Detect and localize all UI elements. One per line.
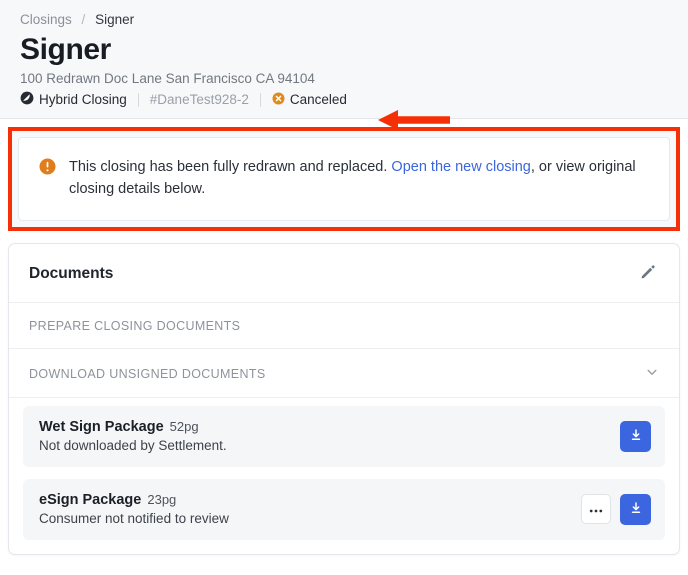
chevron-down-icon: [645, 365, 659, 382]
breadcrumb-item-closings[interactable]: Closings: [20, 12, 72, 27]
documents-card: Documents PREPARE CLOSING DOCUMENTS DOWN…: [8, 243, 680, 556]
pencil-icon: [639, 263, 657, 284]
closing-type: Hybrid Closing: [20, 91, 127, 108]
warning-circle-icon: [39, 158, 56, 180]
breadcrumb-separator: /: [81, 12, 86, 27]
property-address: 100 Redrawn Doc Lane San Francisco CA 94…: [20, 71, 315, 87]
document-info: eSign Package 23pg Consumer not notified…: [39, 492, 229, 526]
download-icon: [628, 500, 644, 519]
document-actions: [620, 420, 651, 452]
cancel-circle-icon: [272, 92, 285, 108]
document-actions: [581, 493, 651, 525]
section-label: DOWNLOAD UNSIGNED DOCUMENTS: [29, 366, 266, 381]
status-badge: Canceled: [272, 92, 347, 108]
breadcrumb-item-signer: Signer: [95, 12, 135, 27]
document-status: Not downloaded by Settlement.: [39, 438, 227, 454]
closing-reference-id: #DaneTest928-2: [150, 92, 249, 107]
document-title-line: Wet Sign Package 52pg: [39, 419, 227, 435]
closing-reference-id-label: #DaneTest928-2: [149, 92, 249, 108]
document-info: Wet Sign Package 52pg Not downloaded by …: [39, 419, 227, 453]
documents-card-header: Documents: [9, 244, 679, 304]
open-new-closing-link[interactable]: Open the new closing: [391, 159, 530, 175]
status-label: Canceled: [289, 92, 347, 108]
documents-card-title: Documents: [29, 264, 114, 282]
edit-documents-button[interactable]: [637, 261, 659, 286]
collapse-section-button[interactable]: [645, 365, 659, 382]
list-item: eSign Package 23pg Consumer not notified…: [23, 479, 665, 541]
closing-meta-row: Hybrid Closing #DaneTest928-2 Canceled: [20, 91, 668, 108]
meta-divider-1: [137, 92, 139, 107]
document-page-count: 23pg: [147, 492, 177, 508]
document-name: eSign Package: [39, 492, 142, 509]
document-page-count: 52pg: [169, 419, 199, 435]
section-download-unsigned-documents[interactable]: DOWNLOAD UNSIGNED DOCUMENTS: [9, 349, 679, 399]
document-status: Consumer not notified to review: [39, 511, 229, 527]
breadcrumb: Closings / Signer: [20, 12, 668, 27]
document-title-line: eSign Package 23pg: [39, 492, 229, 508]
meta-divider-2: [259, 92, 261, 107]
section-prepare-closing-documents[interactable]: PREPARE CLOSING DOCUMENTS: [9, 303, 679, 350]
page-title: Signer: [20, 33, 111, 66]
alert-text-before: This closing has been fully redrawn and …: [69, 159, 388, 176]
redrawn-alert: This closing has been fully redrawn and …: [18, 137, 670, 222]
list-item: Wet Sign Package 52pg Not downloaded by …: [23, 406, 665, 468]
page-header: Closings / Signer Signer 100 Redrawn Doc…: [0, 0, 688, 130]
document-list: Wet Sign Package 52pg Not downloaded by …: [9, 398, 679, 554]
section-label: PREPARE CLOSING DOCUMENTS: [29, 319, 241, 334]
download-button[interactable]: [620, 493, 651, 525]
closing-type-label: Hybrid Closing: [39, 92, 127, 108]
red-highlight-box: This closing has been fully redrawn and …: [8, 127, 680, 232]
download-icon: [628, 427, 644, 446]
download-button[interactable]: [620, 420, 651, 452]
alert-message: This closing has been fully redrawn and …: [69, 156, 649, 200]
more-options-button[interactable]: [581, 494, 611, 525]
hybrid-closing-icon: [20, 91, 34, 108]
document-name: Wet Sign Package: [39, 419, 164, 436]
ellipsis-icon: [588, 502, 604, 517]
